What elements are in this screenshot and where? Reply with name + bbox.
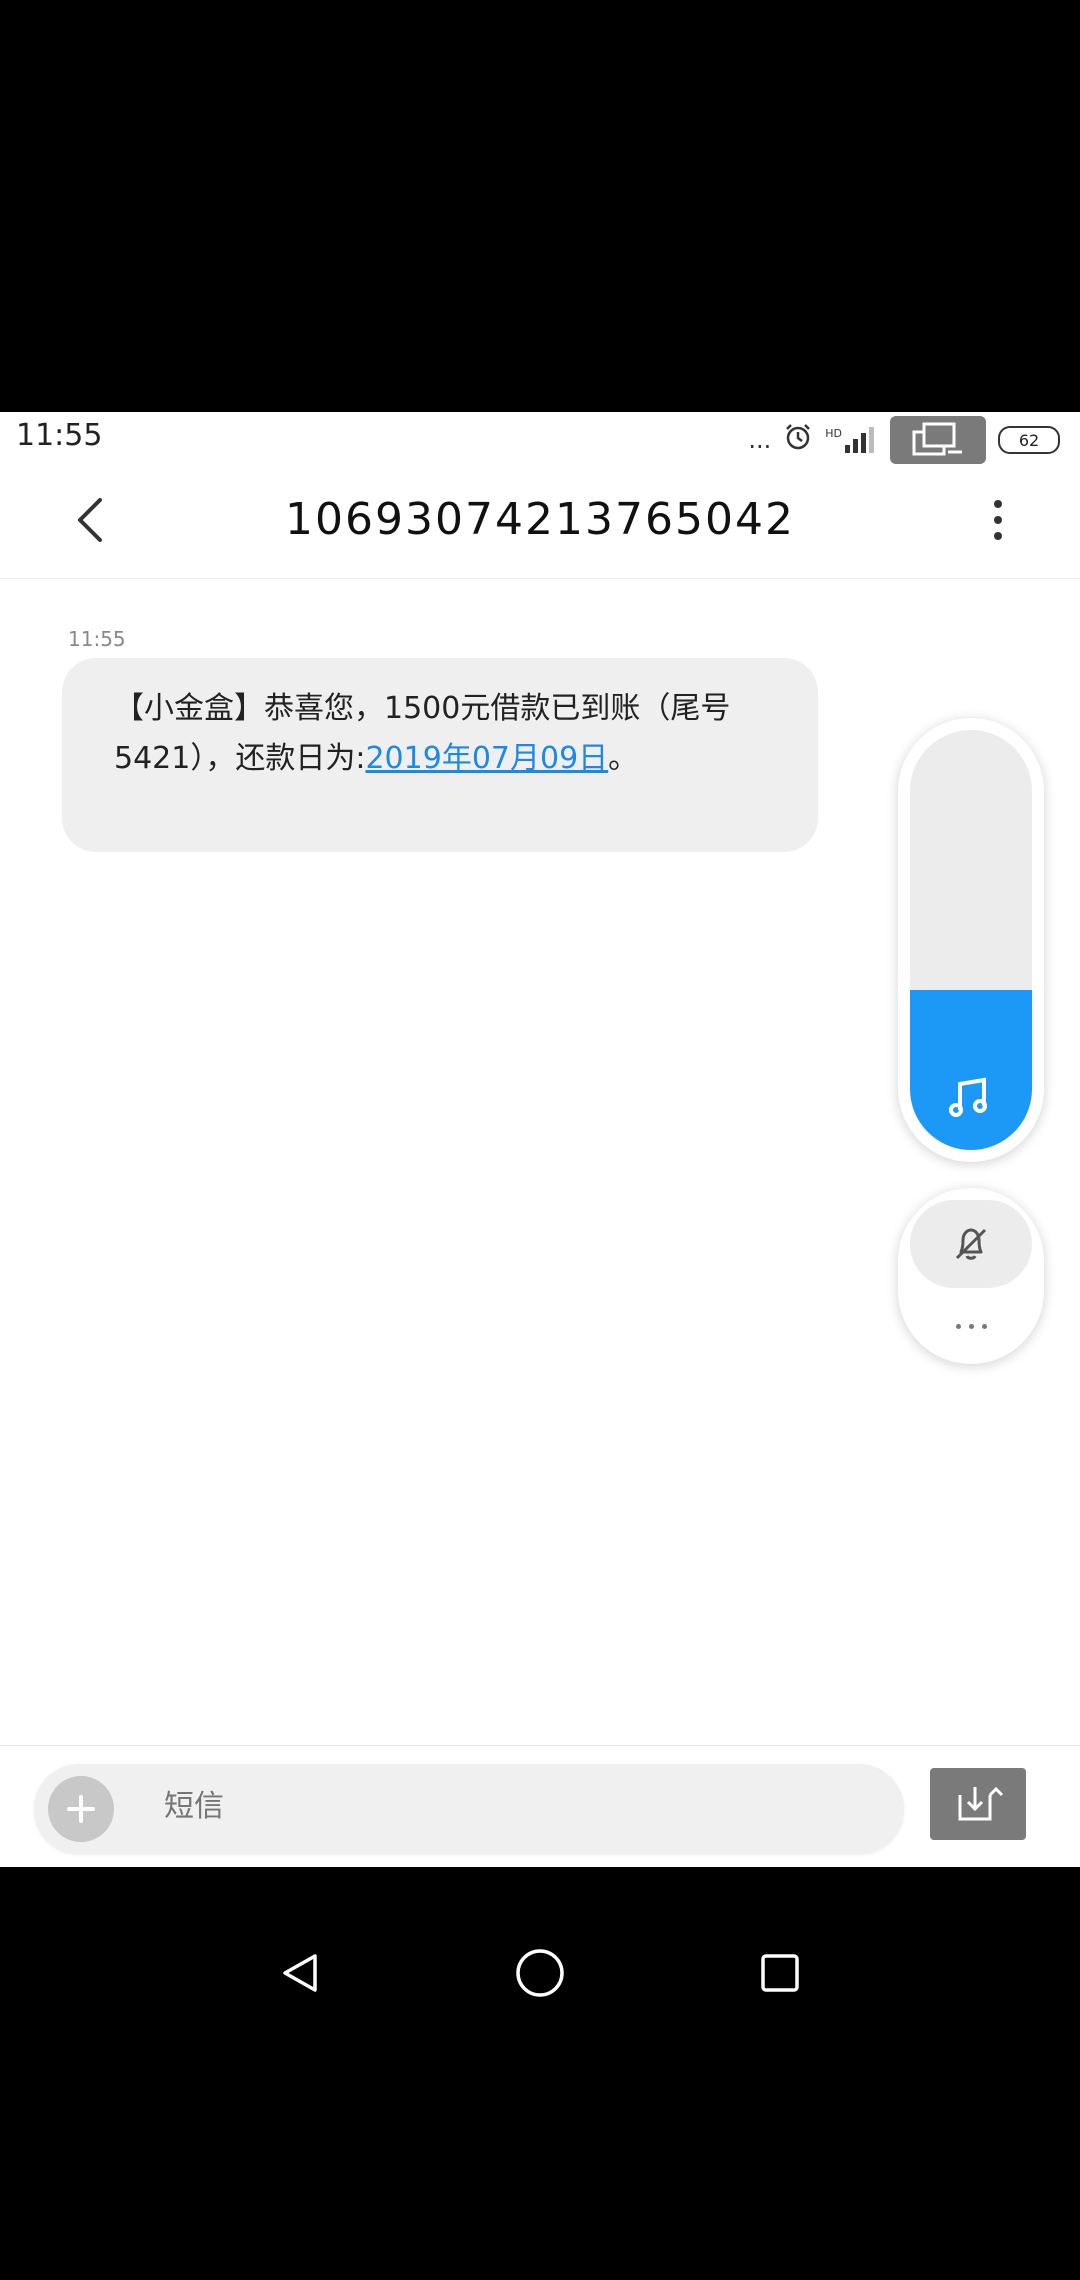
square-recents-icon bbox=[761, 1954, 799, 1992]
contact-number-title: 10693074213765042 bbox=[285, 494, 795, 545]
add-attachment-button[interactable] bbox=[48, 1776, 114, 1842]
messaging-screen: 11:55 ... HD 62 10693074213765042 11:55 … bbox=[0, 412, 1080, 1867]
more-options-button[interactable] bbox=[978, 490, 1018, 550]
date-link[interactable]: 2019年07月09日 bbox=[365, 741, 608, 776]
nav-recents-button[interactable] bbox=[740, 1933, 820, 2013]
volume-slider[interactable] bbox=[910, 730, 1032, 1150]
share-icon bbox=[958, 1786, 1004, 1821]
composer-divider bbox=[0, 1745, 1080, 1746]
conversation-header: 10693074213765042 bbox=[0, 464, 1080, 579]
nav-back-button[interactable] bbox=[260, 1933, 340, 2013]
composer-box bbox=[34, 1764, 904, 1854]
message-text-end: 。 bbox=[608, 741, 639, 776]
battery-icon: 62 bbox=[998, 426, 1060, 454]
circle-home-icon bbox=[516, 1949, 564, 1997]
bell-off-icon bbox=[955, 1228, 987, 1260]
triangle-back-icon bbox=[283, 1954, 317, 1992]
status-time: 11:55 bbox=[16, 418, 103, 453]
volume-settings-button[interactable] bbox=[898, 1296, 1044, 1356]
plus-icon bbox=[67, 1795, 95, 1823]
ringer-panel bbox=[898, 1188, 1044, 1364]
nav-home-button[interactable] bbox=[500, 1933, 580, 2013]
message-bubble[interactable]: 【小金盒】恭喜您，1500元借款已到账（尾号5421），还款日为:2019年07… bbox=[62, 658, 818, 852]
network-type-label: HD bbox=[825, 427, 842, 440]
status-bar: 11:55 ... HD 62 bbox=[0, 412, 1080, 464]
message-timestamp: 11:55 bbox=[68, 627, 126, 651]
more-notifications-icon: ... bbox=[748, 426, 772, 454]
music-note-icon bbox=[949, 1077, 987, 1117]
screen-cast-icon[interactable] bbox=[890, 416, 986, 464]
message-input[interactable] bbox=[162, 1788, 866, 1825]
volume-level-fill bbox=[910, 990, 1032, 1150]
system-navigation-bar bbox=[0, 1867, 1080, 2280]
signal-icon: HD bbox=[825, 427, 878, 453]
more-vertical-icon bbox=[994, 500, 1002, 508]
status-icons: ... HD 62 bbox=[748, 416, 1060, 464]
more-horizontal-icon bbox=[955, 1323, 961, 1329]
volume-panel bbox=[898, 718, 1044, 1162]
alarm-icon bbox=[783, 422, 813, 458]
ringer-toggle-button[interactable] bbox=[910, 1200, 1032, 1288]
send-button[interactable] bbox=[930, 1768, 1026, 1840]
top-black-area bbox=[0, 0, 1080, 412]
